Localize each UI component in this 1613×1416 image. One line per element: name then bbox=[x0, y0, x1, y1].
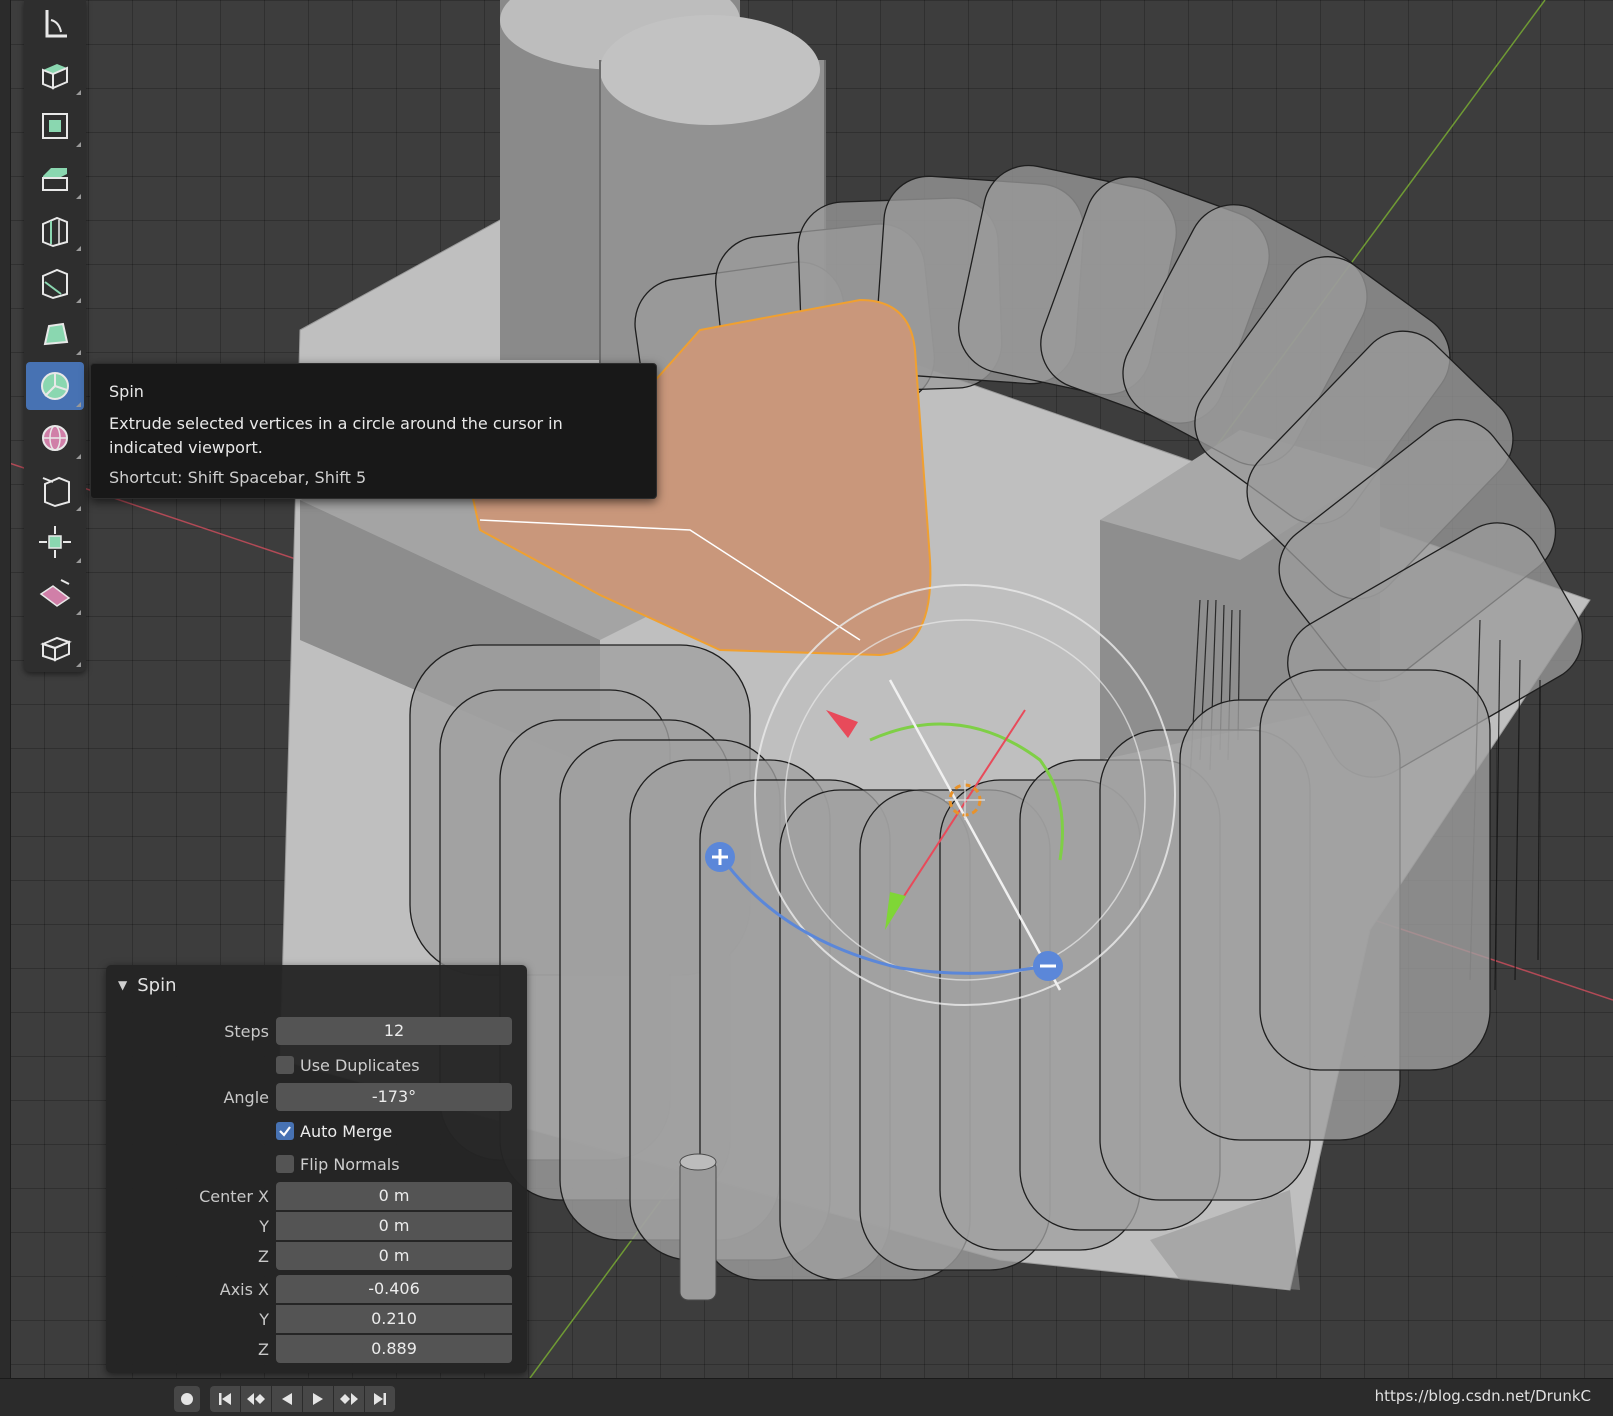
prev-keyframe-button[interactable] bbox=[241, 1386, 271, 1412]
tool-smooth[interactable] bbox=[26, 414, 84, 462]
use-duplicates-label: Use Duplicates bbox=[300, 1055, 420, 1075]
steps-field[interactable]: 12 bbox=[276, 1017, 512, 1045]
tool-spin[interactable] bbox=[26, 362, 84, 410]
tool-shear[interactable] bbox=[26, 570, 84, 618]
panel-header[interactable]: ▼ Spin bbox=[118, 973, 177, 997]
extrude-region-icon bbox=[42, 64, 68, 90]
auto-merge-label: Auto Merge bbox=[300, 1121, 393, 1141]
auto-merge-checkbox[interactable]: Auto Merge bbox=[276, 1116, 392, 1146]
jump-end-button[interactable] bbox=[365, 1386, 395, 1412]
next-keyframe-button[interactable] bbox=[334, 1386, 364, 1412]
row-axis-z: Z 0.889 bbox=[106, 1335, 527, 1365]
use-duplicates-checkbox[interactable]: Use Duplicates bbox=[276, 1050, 420, 1080]
shear-icon bbox=[39, 579, 71, 607]
next-keyframe-icon bbox=[340, 1393, 358, 1405]
angle-field[interactable]: -173° bbox=[276, 1083, 512, 1111]
tool-inset-faces[interactable] bbox=[26, 102, 84, 150]
row-steps: Steps 12 bbox=[106, 1017, 527, 1047]
rip-region-icon bbox=[40, 636, 72, 662]
record-icon bbox=[181, 1393, 193, 1405]
center-y-field[interactable]: 0 m bbox=[276, 1212, 512, 1240]
row-auto-merge: Auto Merge bbox=[106, 1116, 527, 1146]
knife-icon bbox=[42, 268, 68, 300]
editor-left-border bbox=[0, 0, 11, 1378]
row-use-duplicates: Use Duplicates bbox=[106, 1050, 527, 1080]
axis-x-field[interactable]: -0.406 bbox=[276, 1275, 512, 1303]
panel-title: Spin bbox=[137, 974, 177, 996]
center-z-label: Z bbox=[258, 1247, 269, 1266]
spin-operator-panel: ▼ Spin Steps 12 Use Duplicates Angle -17… bbox=[106, 965, 527, 1373]
collapse-triangle-icon[interactable]: ▼ bbox=[118, 978, 127, 992]
center-x-label: Center X bbox=[199, 1187, 269, 1206]
3d-viewport[interactable]: Spin Extrude selected vertices in a circ… bbox=[0, 0, 1613, 1378]
tool-loop-cut[interactable] bbox=[26, 206, 84, 254]
poly-build-icon bbox=[43, 322, 69, 346]
spin-icon bbox=[41, 372, 69, 400]
use-duplicates-box[interactable] bbox=[276, 1056, 294, 1074]
tool-poly-build[interactable] bbox=[26, 310, 84, 358]
tool-shelf bbox=[24, 0, 86, 672]
flip-normals-label: Flip Normals bbox=[300, 1154, 400, 1174]
play-reverse-icon bbox=[282, 1393, 292, 1405]
row-center-x: Center X 0 m bbox=[106, 1182, 527, 1212]
loop-cut-icon bbox=[42, 216, 68, 248]
tool-tooltip: Spin Extrude selected vertices in a circ… bbox=[90, 363, 657, 499]
row-center-y: Y 0 m bbox=[106, 1212, 527, 1242]
play-icon bbox=[313, 1393, 323, 1405]
axis-z-field[interactable]: 0.889 bbox=[276, 1335, 512, 1363]
center-z-field[interactable]: 0 m bbox=[276, 1242, 512, 1270]
bevel-icon bbox=[42, 168, 68, 191]
tool-edge-slide[interactable] bbox=[26, 466, 84, 514]
tool-extrude-region[interactable] bbox=[26, 50, 84, 98]
shrink-fatten-icon bbox=[39, 526, 71, 558]
axis-y-label: Y bbox=[259, 1310, 269, 1329]
tooltip-shortcut: Shortcut: Shift Spacebar, Shift 5 bbox=[109, 468, 367, 487]
axis-z-label: Z bbox=[258, 1340, 269, 1359]
watermark-text: https://blog.csdn.net/DrunkC bbox=[1374, 1387, 1591, 1405]
cylinder-right-top bbox=[600, 15, 820, 125]
play-button[interactable] bbox=[303, 1386, 333, 1412]
jump-start-icon bbox=[219, 1393, 231, 1405]
row-axis-x: Axis X -0.406 bbox=[106, 1275, 527, 1305]
timeline-bar: https://blog.csdn.net/DrunkC bbox=[0, 1378, 1613, 1416]
tooltip-title: Spin bbox=[109, 382, 144, 401]
tool-shrink-fatten[interactable] bbox=[26, 518, 84, 566]
record-button[interactable] bbox=[174, 1386, 200, 1412]
inset-faces-icon bbox=[42, 113, 68, 139]
checkmark-icon bbox=[279, 1126, 291, 1137]
smooth-icon bbox=[42, 425, 68, 451]
tool-rip-region[interactable] bbox=[26, 622, 84, 670]
row-angle: Angle -173° bbox=[106, 1083, 527, 1113]
tool-measure[interactable] bbox=[26, 0, 84, 48]
edge-slide-icon bbox=[42, 476, 70, 508]
angle-label: Angle bbox=[223, 1088, 269, 1107]
row-center-z: Z 0 m bbox=[106, 1242, 527, 1272]
center-y-label: Y bbox=[259, 1217, 269, 1236]
measure-icon bbox=[45, 10, 67, 38]
small-post bbox=[679, 1159, 717, 1301]
center-x-field[interactable]: 0 m bbox=[276, 1182, 512, 1210]
row-axis-y: Y 0.210 bbox=[106, 1305, 527, 1335]
tooltip-description: Extrude selected vertices in a circle ar… bbox=[109, 414, 563, 457]
row-flip-normals: Flip Normals bbox=[106, 1149, 527, 1179]
jump-start-button[interactable] bbox=[210, 1386, 240, 1412]
steps-label: Steps bbox=[224, 1022, 269, 1041]
prev-keyframe-icon bbox=[247, 1393, 265, 1405]
flip-normals-box[interactable] bbox=[276, 1155, 294, 1173]
axis-y-field[interactable]: 0.210 bbox=[276, 1305, 512, 1333]
jump-end-icon bbox=[374, 1393, 386, 1405]
tool-knife[interactable] bbox=[26, 258, 84, 306]
flip-normals-checkbox[interactable]: Flip Normals bbox=[276, 1149, 400, 1179]
play-reverse-button[interactable] bbox=[272, 1386, 302, 1412]
axis-x-label: Axis X bbox=[219, 1280, 269, 1299]
auto-merge-box[interactable] bbox=[276, 1122, 294, 1140]
tool-bevel[interactable] bbox=[26, 154, 84, 202]
